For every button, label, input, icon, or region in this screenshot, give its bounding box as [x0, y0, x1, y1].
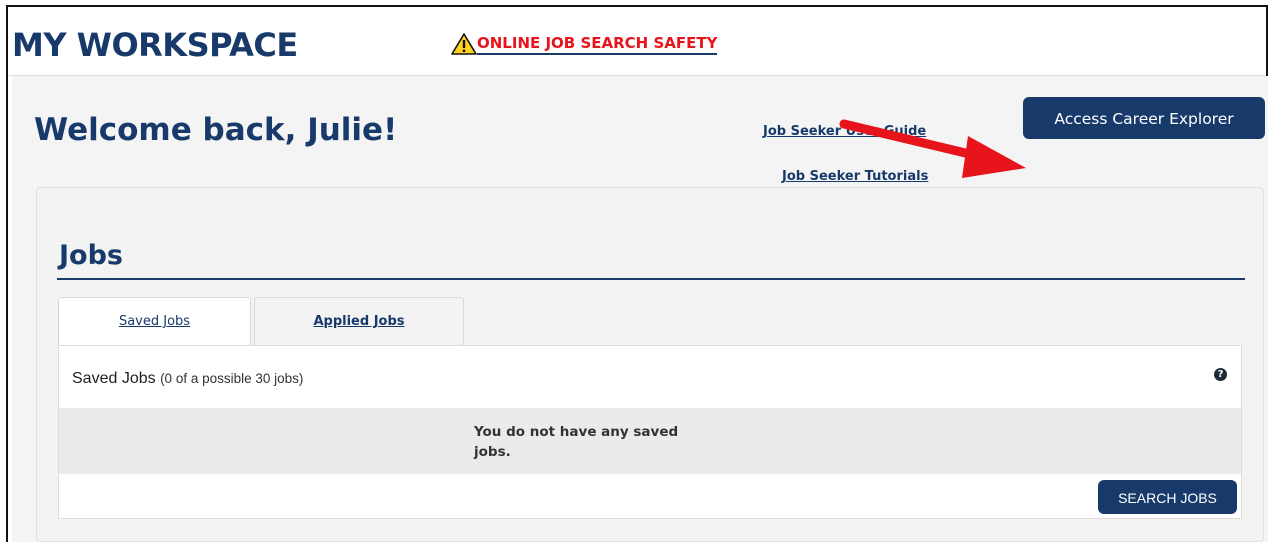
access-career-explorer-button[interactable]: Access Career Explorer	[1023, 97, 1265, 139]
empty-state-message: You do not have any saved jobs.	[474, 424, 679, 460]
search-jobs-button[interactable]: SEARCH JOBS	[1098, 480, 1237, 514]
welcome-heading: Welcome back, Julie!	[34, 112, 398, 148]
saved-jobs-title: Saved Jobs	[72, 370, 156, 387]
warning-triangle-icon	[451, 32, 477, 56]
saved-jobs-header: Saved Jobs (0 of a possible 30 jobs)	[72, 370, 303, 388]
red-arrow-annotation-icon	[839, 119, 1026, 178]
saved-jobs-tab-panel: Saved Jobs (0 of a possible 30 jobs) ? Y…	[58, 345, 1242, 519]
job-search-safety-label: ONLINE JOB SEARCH SAFETY	[477, 34, 718, 55]
tab-applied-jobs[interactable]: Applied Jobs	[254, 297, 464, 345]
jobs-panel: Jobs Saved Jobs Applied Jobs Saved Jobs …	[36, 187, 1264, 542]
jobs-heading: Jobs	[59, 240, 123, 271]
job-search-safety-link[interactable]: ONLINE JOB SEARCH SAFETY	[451, 32, 718, 56]
question-circle-icon[interactable]: ?	[1214, 368, 1227, 381]
workspace-main: Welcome back, Julie! Job Seeker User Gui…	[12, 76, 1268, 542]
tab-saved-jobs[interactable]: Saved Jobs	[58, 297, 251, 346]
workspace-header: MY WORKSPACE ONLINE JOB SEARCH SAFETY	[8, 7, 1266, 76]
jobs-divider	[57, 278, 1245, 280]
page-title: MY WORKSPACE	[12, 26, 298, 64]
empty-state-row: You do not have any saved jobs.	[59, 408, 1241, 474]
saved-jobs-count: (0 of a possible 30 jobs)	[160, 371, 304, 386]
